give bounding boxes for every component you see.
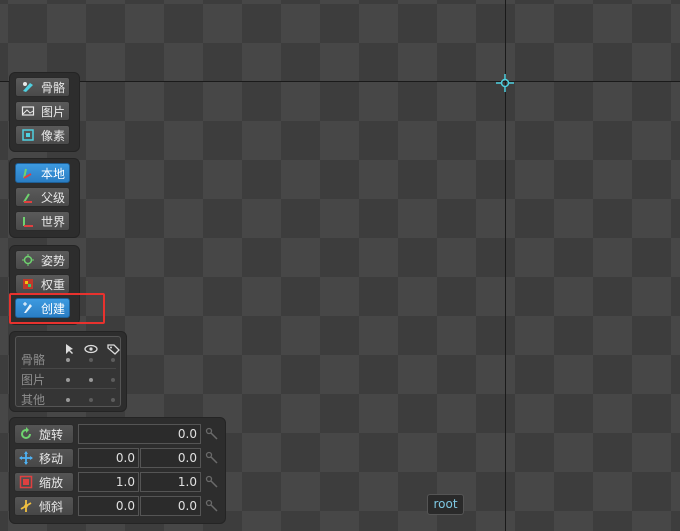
- bones-mode-button[interactable]: 骨骼: [15, 77, 70, 97]
- images-visible-toggle[interactable]: [89, 378, 93, 382]
- weights-icon: [21, 277, 35, 291]
- selected-bone-label[interactable]: root: [427, 494, 464, 515]
- others-visible-toggle[interactable]: [89, 398, 93, 402]
- rotate-row: 旋转 0.0: [14, 424, 220, 444]
- local-axis-icon: [21, 166, 35, 180]
- bones-names-toggle[interactable]: [111, 358, 115, 362]
- pixel-icon: [21, 128, 35, 142]
- images-mode-label: 图片: [41, 104, 66, 119]
- rotate-button[interactable]: 旋转: [14, 424, 74, 444]
- parent-axis-label: 父级: [41, 190, 66, 205]
- rotate-label: 旋转: [39, 427, 64, 442]
- bones-select-toggle[interactable]: [66, 358, 70, 362]
- shear-button[interactable]: 倾斜: [14, 496, 74, 516]
- pixels-mode-label: 像素: [41, 128, 66, 143]
- scale-icon: [19, 475, 33, 489]
- rotate-input[interactable]: 0.0: [78, 424, 201, 444]
- move-icon: [19, 451, 33, 465]
- parent-axis-button[interactable]: 父级: [15, 187, 70, 207]
- bone-icon: [21, 80, 35, 94]
- weights-tool-button[interactable]: 权重: [15, 274, 70, 294]
- scale-label: 缩放: [39, 475, 64, 490]
- transform-panel: 旋转 0.0 移动 0.0 0.0 缩放 1.0 1.0 倾斜 0.0 0.0: [9, 417, 226, 524]
- rotate-icon: [19, 427, 33, 441]
- pose-tool-label: 姿势: [41, 253, 66, 268]
- scale-x-input[interactable]: 1.0: [78, 472, 139, 492]
- pose-icon: [21, 253, 35, 267]
- viewport-x-axis: [0, 81, 680, 82]
- translate-row: 移动 0.0 0.0: [14, 448, 220, 468]
- divider: [21, 368, 116, 369]
- shear-icon: [19, 499, 33, 513]
- others-select-toggle[interactable]: [66, 398, 70, 402]
- scale-button[interactable]: 缩放: [14, 472, 74, 492]
- translate-key-icon[interactable]: [204, 450, 220, 466]
- visibility-panel: 骨骼 图片 其他: [9, 331, 127, 412]
- local-axis-button[interactable]: 本地: [15, 163, 70, 183]
- translate-label: 移动: [39, 451, 64, 466]
- create-tool-highlight: [9, 293, 105, 324]
- weights-tool-label: 权重: [41, 277, 66, 292]
- local-axis-label: 本地: [41, 166, 66, 181]
- visibility-table: 骨骼 图片 其他: [15, 336, 121, 407]
- rotate-key-icon[interactable]: [204, 426, 220, 442]
- visibility-row-label: 骨骼: [21, 353, 46, 367]
- scale-key-icon[interactable]: [204, 474, 220, 490]
- world-axis-label: 世界: [41, 214, 66, 229]
- divider: [21, 388, 116, 389]
- axes-panel: 本地 父级 世界: [9, 158, 80, 238]
- visibility-row-images: 图片: [21, 370, 116, 388]
- images-select-toggle[interactable]: [66, 378, 70, 382]
- visibility-row-label: 其他: [21, 393, 46, 407]
- pixels-mode-button[interactable]: 像素: [15, 125, 70, 145]
- world-axis-button[interactable]: 世界: [15, 211, 70, 231]
- image-icon: [21, 104, 35, 118]
- shear-x-input[interactable]: 0.0: [78, 496, 139, 516]
- shear-row: 倾斜 0.0 0.0: [14, 496, 220, 516]
- translate-x-input[interactable]: 0.0: [78, 448, 139, 468]
- bones-mode-label: 骨骼: [41, 80, 66, 95]
- visibility-row-others: 其他: [21, 390, 116, 408]
- scale-y-input[interactable]: 1.0: [140, 472, 201, 492]
- translate-button[interactable]: 移动: [14, 448, 74, 468]
- images-names-toggle[interactable]: [111, 378, 115, 382]
- pose-tool-button[interactable]: 姿势: [15, 250, 70, 270]
- visibility-row-label: 图片: [21, 373, 46, 387]
- shear-label: 倾斜: [39, 499, 64, 514]
- others-names-toggle[interactable]: [111, 398, 115, 402]
- scale-row: 缩放 1.0 1.0: [14, 472, 220, 492]
- parent-axis-icon: [21, 190, 35, 204]
- shear-y-input[interactable]: 0.0: [140, 496, 201, 516]
- translate-y-input[interactable]: 0.0: [140, 448, 201, 468]
- mode-panel: 骨骼 图片 像素: [9, 72, 80, 152]
- bones-visible-toggle[interactable]: [89, 358, 93, 362]
- world-axis-icon: [21, 214, 35, 228]
- shear-key-icon[interactable]: [204, 498, 220, 514]
- images-mode-button[interactable]: 图片: [15, 101, 70, 121]
- root-bone-icon[interactable]: [495, 73, 515, 93]
- visibility-row-bones: 骨骼: [21, 350, 116, 368]
